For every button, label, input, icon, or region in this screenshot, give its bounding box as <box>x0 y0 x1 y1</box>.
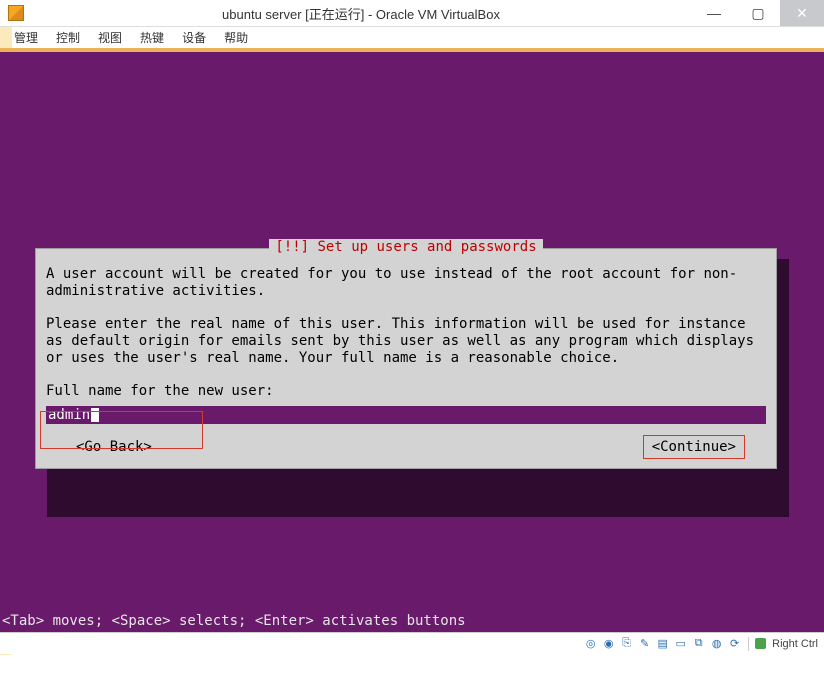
hdd-icon[interactable]: ◎ <box>583 636 598 651</box>
installer-console[interactable]: [!!] Set up users and passwords A user a… <box>0 52 824 632</box>
user-setup-dialog: [!!] Set up users and passwords A user a… <box>35 248 777 469</box>
minimize-button[interactable]: — <box>692 0 736 26</box>
text-cursor <box>91 408 99 422</box>
host-key-indicator-icon <box>755 638 766 649</box>
status-bar: ◎ ◉ ⎘ ✎ ▤ ▭ ⧉ ◍ ⟳ Right Ctrl <box>0 632 824 654</box>
close-button[interactable]: ✕ <box>780 0 824 26</box>
continue-button[interactable]: <Continue> <box>646 438 742 456</box>
menu-manage[interactable]: 管理 <box>6 27 46 48</box>
network-icon[interactable]: ▭ <box>673 636 688 651</box>
recording-icon[interactable]: ◍ <box>709 636 724 651</box>
window-controls: — ▢ ✕ <box>692 0 824 26</box>
dialog-paragraph-1: A user account will be created for you t… <box>46 266 766 300</box>
clipboard-icon[interactable]: ⟳ <box>727 636 742 651</box>
audio-icon[interactable]: ⧉ <box>691 636 706 651</box>
app-icon <box>8 5 24 21</box>
display-icon[interactable]: ▤ <box>655 636 670 651</box>
menu-view[interactable]: 视图 <box>90 27 130 48</box>
fullname-input-value: admin <box>48 407 90 424</box>
host-key-label: Right Ctrl <box>772 638 818 650</box>
fullname-prompt: Full name for the new user: <box>46 383 766 400</box>
menu-help[interactable]: 帮助 <box>216 27 256 48</box>
fullname-input[interactable]: admin <box>46 406 766 424</box>
guest-display: [!!] Set up users and passwords A user a… <box>0 49 824 654</box>
dialog-nav-row: <Go Back> <Continue> <box>46 438 766 458</box>
optical-icon[interactable]: ◉ <box>601 636 616 651</box>
menu-hotkeys[interactable]: 热键 <box>132 27 172 48</box>
dialog-heading-text: [!!] Set up users and passwords <box>269 239 542 255</box>
dialog-paragraph-2: Please enter the real name of this user.… <box>46 316 766 367</box>
dialog-heading: [!!] Set up users and passwords <box>46 239 766 256</box>
shared-folder-icon[interactable]: ✎ <box>637 636 652 651</box>
window-title: ubuntu server [正在运行] - Oracle VM Virtual… <box>30 4 692 23</box>
menu-devices[interactable]: 设备 <box>174 27 214 48</box>
menu-control[interactable]: 控制 <box>48 27 88 48</box>
go-back-button[interactable]: <Go Back> <box>70 438 158 456</box>
menu-bar: 管理 控制 视图 热键 设备 帮助 <box>0 27 824 49</box>
window-title-bar: ubuntu server [正在运行] - Oracle VM Virtual… <box>0 0 824 27</box>
maximize-button[interactable]: ▢ <box>736 0 780 26</box>
key-hint-bar: <Tab> moves; <Space> selects; <Enter> ac… <box>0 611 824 632</box>
usb-icon[interactable]: ⎘ <box>619 636 634 651</box>
status-separator <box>748 637 749 651</box>
